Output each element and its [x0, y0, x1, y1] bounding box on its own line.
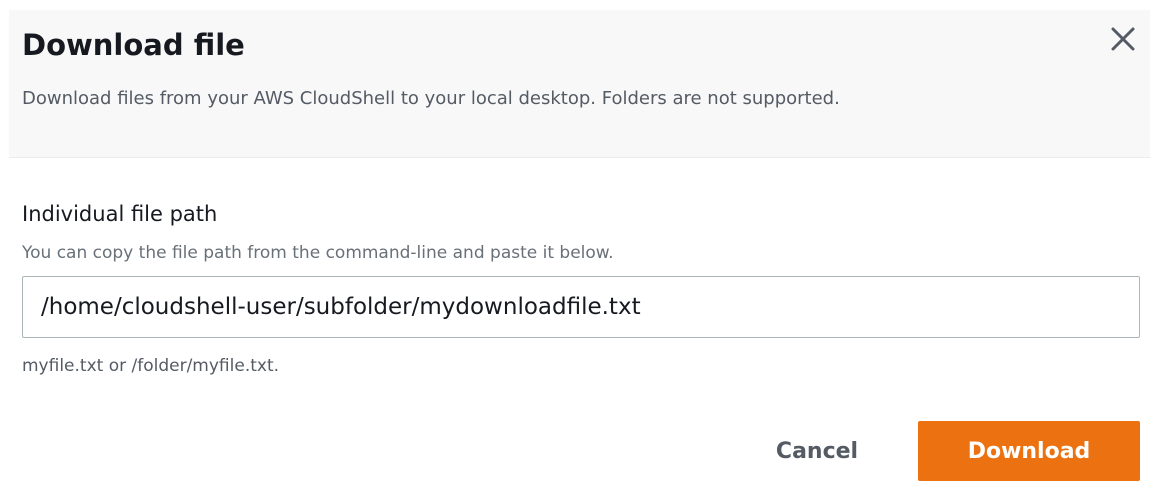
close-icon [1111, 27, 1135, 51]
cancel-button[interactable]: Cancel [752, 421, 882, 481]
file-path-description: You can copy the file path from the comm… [22, 243, 614, 263]
download-button[interactable]: Download [918, 421, 1140, 481]
download-file-modal: Download file Download files from your A… [0, 0, 1150, 481]
modal-description: Download files from your AWS CloudShell … [22, 88, 840, 109]
file-path-constraint: myfile.txt or /folder/myfile.txt. [22, 356, 280, 376]
modal-title: Download file [22, 28, 245, 62]
file-path-input[interactable] [22, 276, 1140, 338]
file-path-label: Individual file path [22, 202, 218, 226]
modal-header: Download file Download files from your A… [9, 10, 1150, 158]
close-button[interactable] [1106, 22, 1140, 56]
